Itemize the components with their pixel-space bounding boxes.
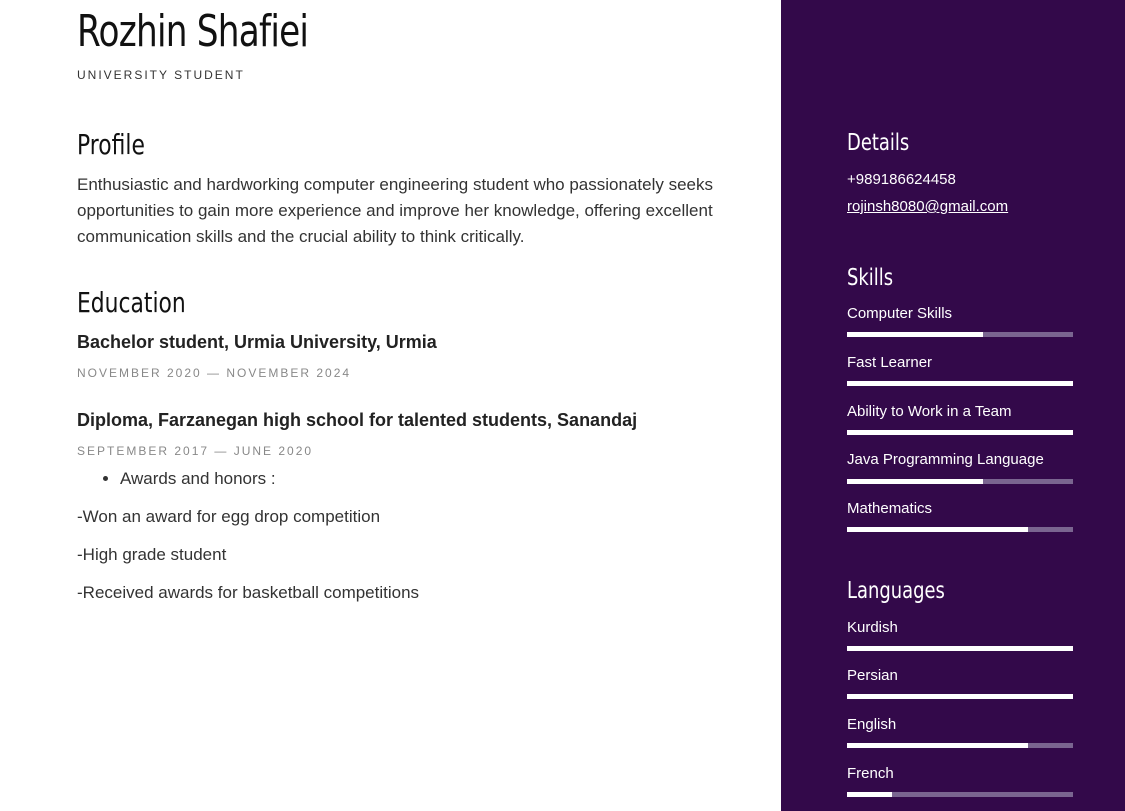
language-bar-fill [847, 694, 1073, 699]
skill-label: Mathematics [847, 500, 933, 517]
skill-label: Ability to Work in a Team [847, 403, 1012, 420]
phone-number: +989186624458 [847, 171, 956, 188]
skill-bar [847, 381, 1073, 386]
language-bar-fill [847, 792, 893, 797]
profile-text: Enthusiastic and hardworking computer en… [77, 175, 713, 246]
person-name: Rozhin Shafiei [77, 6, 309, 57]
skill-bar-fill [847, 527, 1028, 532]
award-line: -High grade student [77, 545, 227, 564]
skill-bar [847, 332, 1073, 337]
language-bar [847, 646, 1073, 651]
profile-heading: Profile [77, 128, 145, 161]
sidebar: Details +989186624458 rojinsh8080@gmail.… [781, 0, 1125, 811]
language-bar [847, 694, 1073, 699]
skill-bar [847, 430, 1073, 435]
language-bar-fill [847, 743, 1028, 748]
skill-bar [847, 527, 1073, 532]
skills-heading: Skills [847, 265, 894, 291]
skill-bar-fill [847, 332, 983, 337]
education-item-dates: NOVEMBER 2020 — NOVEMBER 2024 [77, 366, 352, 380]
awards-list: Awards and honors : [101, 468, 276, 490]
language-bar [847, 792, 1073, 797]
award-line: -Received awards for basketball competit… [77, 583, 420, 602]
education-heading: Education [77, 286, 186, 319]
language-label: French [847, 765, 894, 782]
language-label: Persian [847, 667, 898, 684]
skill-label: Java Programming Language [847, 451, 1044, 468]
award-line: -Won an award for egg drop competition [77, 507, 381, 526]
education-item-title: Diploma, Farzanegan high school for tale… [77, 410, 638, 430]
skill-label: Computer Skills [847, 305, 953, 322]
skill-bar-fill [847, 381, 1073, 386]
language-label: Kurdish [847, 619, 898, 636]
language-bar [847, 743, 1073, 748]
skill-bar-fill [847, 430, 1073, 435]
languages-heading: Languages [847, 578, 945, 604]
language-label: English [847, 716, 897, 733]
job-title: UNIVERSITY STUDENT [77, 68, 245, 82]
skill-bar [847, 479, 1073, 484]
skill-label: Fast Learner [847, 354, 933, 371]
education-item-title: Bachelor student, Urmia University, Urmi… [77, 332, 437, 352]
details-heading: Details [847, 130, 910, 156]
education-item-dates: SEPTEMBER 2017 — JUNE 2020 [77, 444, 314, 458]
language-bar-fill [847, 646, 1073, 651]
skill-bar-fill [847, 479, 983, 484]
email-link[interactable]: rojinsh8080@gmail.com [847, 198, 1008, 215]
list-item: Awards and honors : [120, 468, 276, 490]
